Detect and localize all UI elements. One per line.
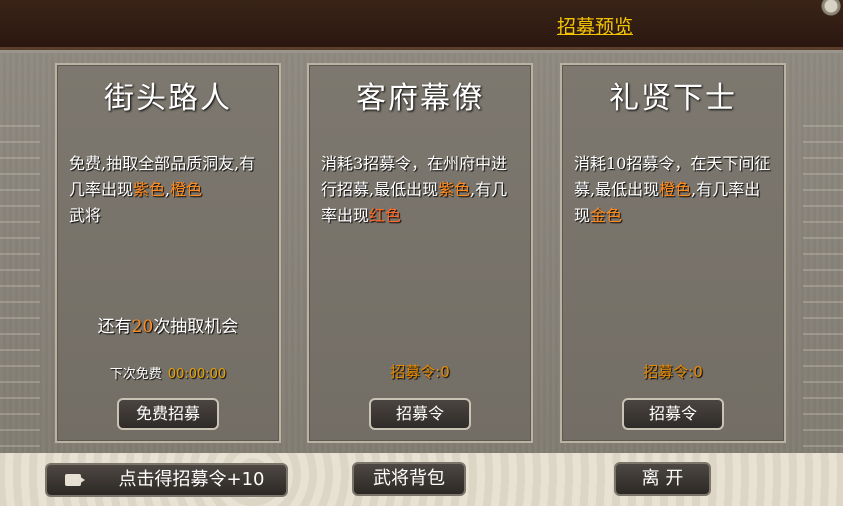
left-ornament [0,113,40,493]
recruit-card-advisor: 客府幕僚 消耗3招募令，在州府中进行招募,最低出现紫色,有几率出现红色 招募令:… [307,63,533,443]
video-camera-icon [65,474,85,486]
card-title: 礼贤下士 [609,81,737,116]
watch-video-button[interactable]: 点击得招募令+10 [45,463,288,497]
top-bar: 招募预览 [0,0,843,50]
video-button-label: 点击得招募令+10 [118,469,265,490]
next-free-timer: 下次免费 00:00:00 [109,367,227,382]
recruit-card-street: 街头路人 免费,抽取全部品质洞友,有几率出现紫色,橙色 武将 还有20次抽取机会 … [55,63,281,443]
recruit-card-scholar: 礼贤下士 消耗10招募令，在天下间征募,最低出现橙色,有几率出现金色 招募令:0… [560,63,786,443]
recruit-preview-link[interactable]: 招募预览 [557,12,633,39]
general-bag-button[interactable]: 武将背包 [352,462,466,496]
free-recruit-button[interactable]: 免费招募 [117,398,219,430]
card-title: 客府幕僚 [356,81,484,116]
card-title: 街头路人 [104,81,232,116]
token-recruit-button[interactable]: 招募令 [622,398,724,430]
card-description: 消耗3招募令，在州府中进行招募,最低出现紫色,有几率出现红色 [321,154,508,225]
token-recruit-button[interactable]: 招募令 [369,398,471,430]
corner-ornament-icon [803,0,843,20]
remaining-chances: 还有20次抽取机会 [97,317,239,337]
card-description: 免费,抽取全部品质洞友,有几率出现紫色,橙色 武将 [69,154,256,225]
card-description: 消耗10招募令，在天下间征募,最低出现橙色,有几率出现金色 [574,154,771,225]
right-ornament [803,113,843,493]
token-count: 招募令:0 [390,363,450,381]
leave-button[interactable]: 离 开 [614,462,711,496]
token-count: 招募令:0 [643,363,703,381]
